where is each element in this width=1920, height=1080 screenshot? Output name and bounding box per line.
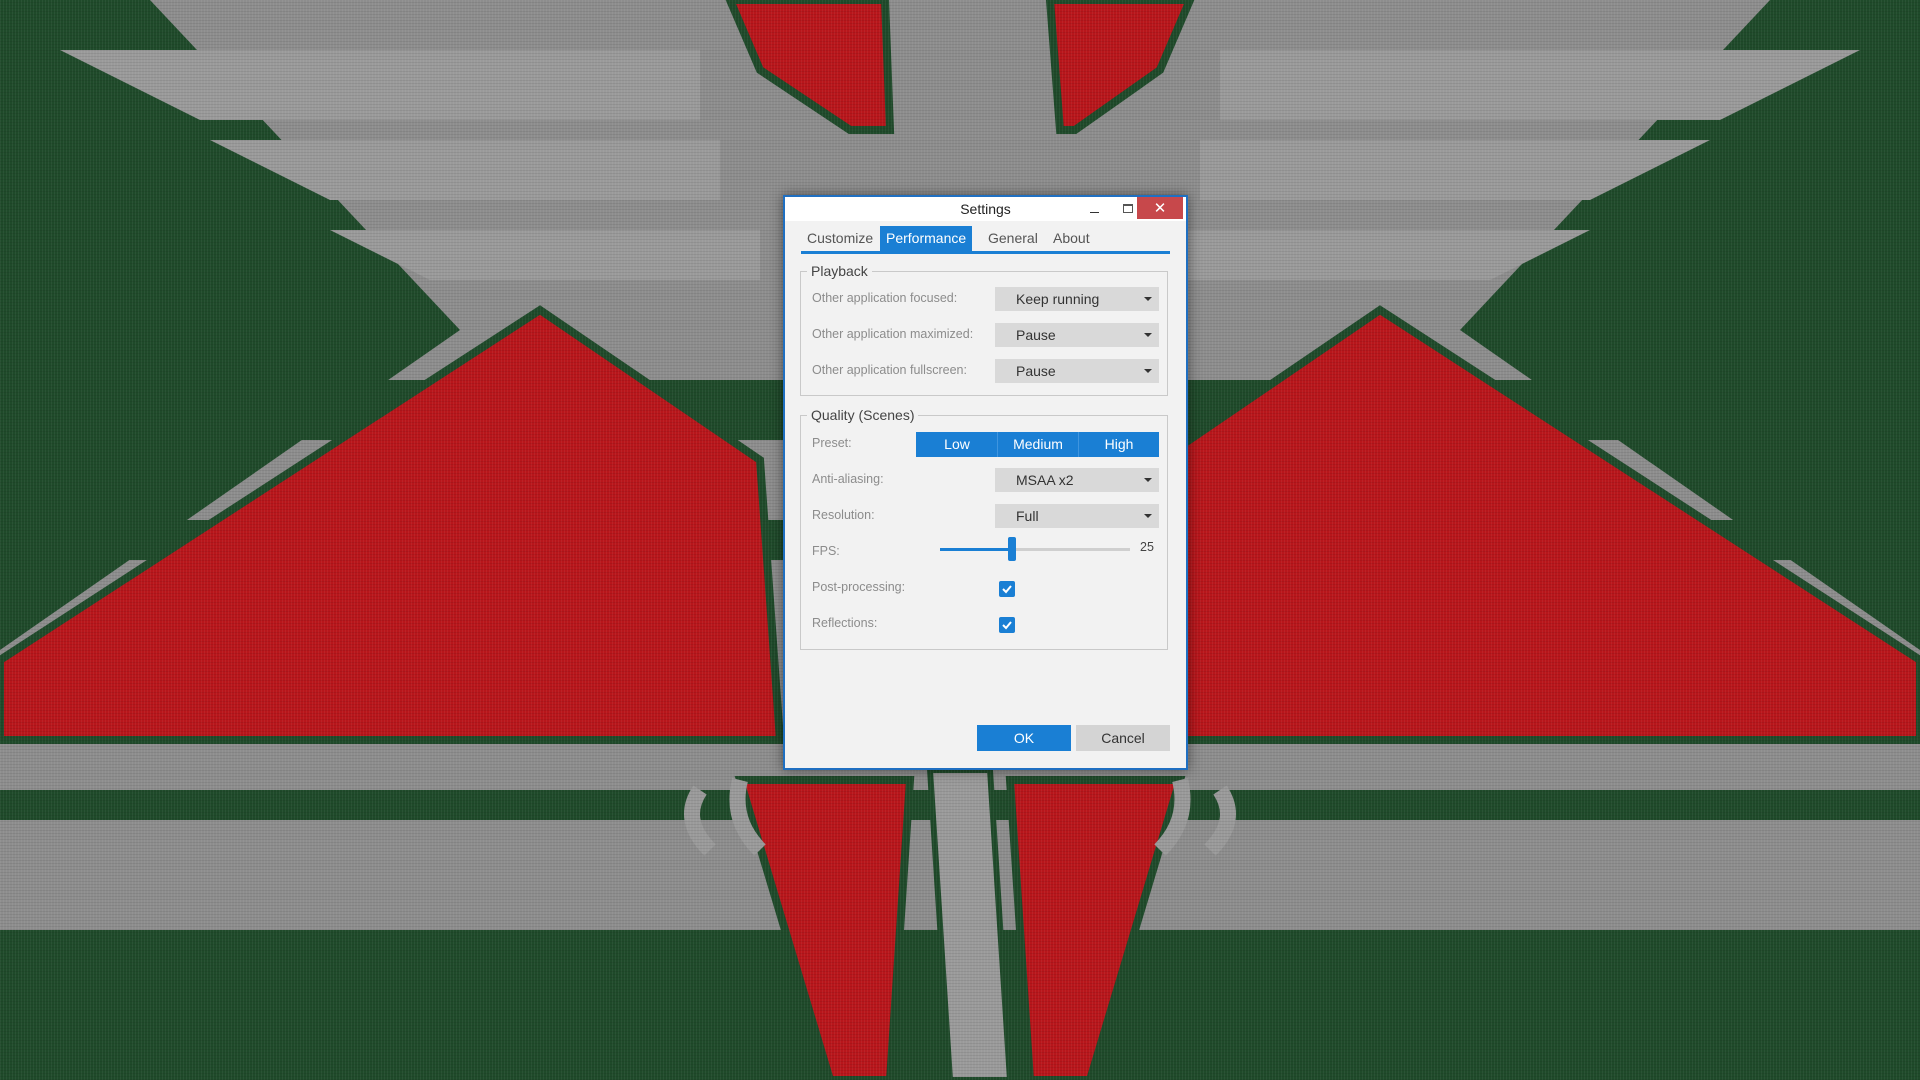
reflections-label: Reflections: — [812, 616, 878, 630]
maximize-icon — [1123, 203, 1133, 213]
tab-about[interactable]: About — [1047, 226, 1096, 251]
tab-bar: Customize Performance General About — [801, 226, 1170, 254]
preset-low-button[interactable]: Low — [916, 432, 998, 457]
tab-customize[interactable]: Customize — [801, 226, 879, 251]
other-app-fullscreen-dropdown[interactable]: Pause — [995, 359, 1159, 383]
antialiasing-value: MSAA x2 — [1016, 472, 1074, 488]
fps-slider-track[interactable] — [940, 548, 1130, 551]
chevron-down-icon — [1144, 514, 1152, 518]
close-button[interactable]: ✕ — [1137, 197, 1183, 219]
chevron-down-icon — [1144, 297, 1152, 301]
other-app-maximized-value: Pause — [1016, 327, 1056, 343]
fps-label: FPS: — [812, 544, 840, 558]
resolution-label: Resolution: — [812, 508, 875, 522]
playback-group-title: Playback — [807, 263, 872, 279]
fps-slider-fill — [940, 548, 1013, 551]
reflections-checkbox[interactable] — [999, 617, 1015, 633]
chevron-down-icon — [1144, 333, 1152, 337]
title-bar[interactable]: Settings ✕ — [785, 197, 1186, 221]
postprocessing-label: Post-processing: — [812, 580, 906, 594]
quality-group-title: Quality (Scenes) — [807, 407, 919, 423]
tab-performance[interactable]: Performance — [880, 226, 973, 251]
resolution-value: Full — [1016, 508, 1039, 524]
chevron-down-icon — [1144, 478, 1152, 482]
chevron-down-icon — [1144, 369, 1152, 373]
antialiasing-label: Anti-aliasing: — [812, 472, 884, 486]
other-app-focused-label: Other application focused: — [812, 291, 958, 305]
other-app-maximized-label: Other application maximized: — [812, 327, 974, 341]
postprocessing-checkbox[interactable] — [999, 581, 1015, 597]
preset-medium-button[interactable]: Medium — [998, 432, 1078, 457]
checkmark-icon — [1002, 621, 1012, 630]
fps-value: 25 — [1140, 540, 1154, 554]
resolution-dropdown[interactable]: Full — [995, 504, 1159, 528]
other-app-focused-value: Keep running — [1016, 291, 1100, 307]
other-app-fullscreen-label: Other application fullscreen: — [812, 363, 967, 377]
antialiasing-dropdown[interactable]: MSAA x2 — [995, 468, 1159, 492]
other-app-fullscreen-value: Pause — [1016, 363, 1056, 379]
ok-button[interactable]: OK — [977, 725, 1071, 751]
preset-label: Preset: — [812, 436, 852, 450]
close-icon: ✕ — [1153, 199, 1167, 217]
preset-high-button[interactable]: High — [1079, 432, 1159, 457]
other-app-focused-dropdown[interactable]: Keep running — [995, 287, 1159, 311]
tab-general[interactable]: General — [982, 226, 1044, 251]
checkmark-icon — [1002, 585, 1012, 594]
other-app-maximized-dropdown[interactable]: Pause — [995, 323, 1159, 347]
fps-slider-thumb[interactable] — [1008, 537, 1017, 561]
minimize-icon — [1089, 211, 1099, 213]
cancel-button[interactable]: Cancel — [1076, 725, 1170, 751]
